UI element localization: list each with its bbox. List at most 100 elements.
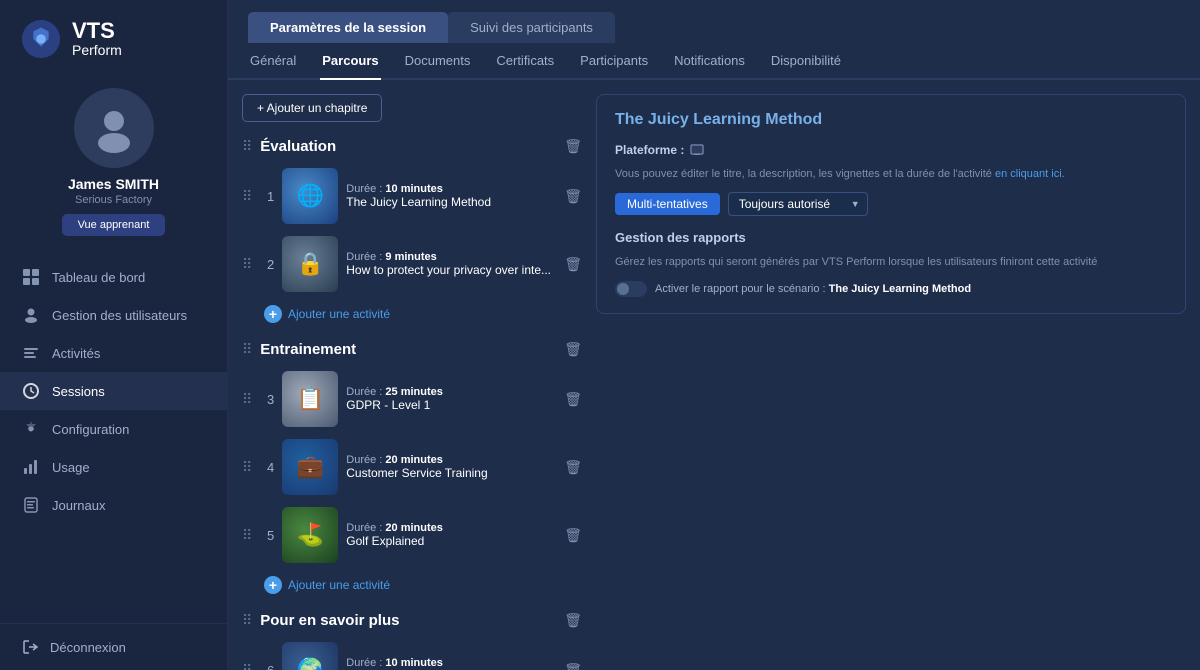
add-chapter-button[interactable]: + Ajouter un chapitre	[242, 94, 382, 122]
delete-activity-4[interactable]: 🗑	[564, 459, 582, 476]
activity-name-5[interactable]: Golf Explained	[346, 534, 556, 548]
chapter-header-pour-en-savoir-plus: ⠿ Pour en savoir plus 🗑	[242, 608, 582, 633]
delete-activity-2[interactable]: 🗑	[564, 256, 582, 273]
duration-val-6: 10 minutes	[385, 657, 442, 669]
add-activity-icon-2: +	[264, 576, 282, 594]
activity-3: ⠿ 3 📋 Durée : 25 minutes GDPR - Level 1 …	[242, 368, 582, 430]
activity-2: ⠿ 2 🔒 Durée : 9 minutes How to protect y…	[242, 233, 582, 295]
logs-icon	[22, 496, 40, 514]
drag-handle-1[interactable]: ⠿	[242, 188, 252, 205]
subnav-participants[interactable]: Participants	[578, 43, 650, 80]
sidebar-nav: Tableau de bord Gestion des utilisateurs…	[0, 248, 227, 623]
sidebar-item-dashboard[interactable]: Tableau de bord	[0, 258, 227, 296]
top-tabs: Paramètres de la session Suivi des parti…	[228, 0, 1200, 43]
learner-view-button[interactable]: Vue apprenant	[62, 214, 166, 236]
chapter-title-evaluation: Évaluation	[260, 138, 556, 155]
delete-chapter-entrainement[interactable]: 🗑	[564, 341, 582, 358]
right-panel: The Juicy Learning Method Plateforme : V…	[596, 94, 1186, 314]
drag-handle-3[interactable]: ⠿	[242, 391, 252, 408]
edit-hint-link[interactable]: en cliquant ici.	[995, 168, 1065, 180]
duration-val-1: 10 minutes	[385, 183, 442, 195]
platform-label: Plateforme :	[615, 143, 684, 157]
drag-handle-5[interactable]: ⠿	[242, 527, 252, 544]
add-activity-icon-1: +	[264, 305, 282, 323]
activity-number-3: 3	[260, 392, 274, 407]
sidebar-item-config[interactable]: Configuration	[0, 410, 227, 448]
edit-hint: Vous pouvez éditer le titre, la descript…	[615, 167, 1167, 182]
subnav-documents[interactable]: Documents	[403, 43, 473, 80]
duration-val-3: 25 minutes	[385, 386, 442, 398]
activity-info-4: Durée : 20 minutes Customer Service Trai…	[346, 454, 556, 480]
user-name: James SMITH	[68, 176, 159, 192]
toggle-label-scenario: The Juicy Learning Method	[829, 283, 971, 295]
activity-name-3[interactable]: GDPR - Level 1	[346, 398, 556, 412]
content-area: + Ajouter un chapitre ⠿ Évaluation 🗑 ⠿ 1…	[228, 80, 1200, 670]
add-activity-entrainement[interactable]: + Ajouter une activité	[242, 572, 582, 600]
drag-handle-evaluation[interactable]: ⠿	[242, 138, 252, 155]
drag-handle-entrainement[interactable]: ⠿	[242, 341, 252, 358]
subnav-disponibilite[interactable]: Disponibilité	[769, 43, 843, 80]
sidebar-item-sessions[interactable]: Sessions	[0, 372, 227, 410]
activity-name-4[interactable]: Customer Service Training	[346, 466, 556, 480]
duration-val-5: 20 minutes	[385, 522, 442, 534]
avatar	[74, 88, 154, 168]
activity-number-2: 2	[260, 257, 274, 272]
delete-activity-5[interactable]: 🗑	[564, 527, 582, 544]
activity-number-4: 4	[260, 460, 274, 475]
add-activity-evaluation[interactable]: + Ajouter une activité	[242, 301, 582, 329]
chapter-header-evaluation: ⠿ Évaluation 🗑	[242, 134, 582, 159]
delete-activity-6[interactable]: 🗑	[564, 662, 582, 670]
subnav-general[interactable]: Général	[248, 43, 298, 80]
activity-number-1: 1	[260, 189, 274, 204]
delete-chapter-evaluation[interactable]: 🗑	[564, 138, 582, 155]
sidebar-item-logs[interactable]: Journaux	[0, 486, 227, 524]
sidebar-item-logs-label: Journaux	[52, 498, 105, 513]
sidebar-item-usage[interactable]: Usage	[0, 448, 227, 486]
activity-duration-4: Durée : 20 minutes	[346, 454, 556, 466]
activity-name-1[interactable]: The Juicy Learning Method	[346, 195, 556, 209]
usage-icon	[22, 458, 40, 476]
tab-session-settings[interactable]: Paramètres de la session	[248, 12, 448, 43]
sidebar-item-users[interactable]: Gestion des utilisateurs	[0, 296, 227, 334]
logo-perform: Perform	[72, 43, 122, 58]
subnav-notifications[interactable]: Notifications	[672, 43, 747, 80]
avatar-section: James SMITH Serious Factory Vue apprenan…	[0, 78, 227, 248]
report-toggle[interactable]	[615, 281, 647, 297]
delete-chapter-pour-en-savoir-plus[interactable]: 🗑	[564, 612, 582, 629]
drag-handle-2[interactable]: ⠿	[242, 256, 252, 273]
activity-4: ⠿ 4 💼 Durée : 20 minutes Customer Servic…	[242, 436, 582, 498]
delete-activity-1[interactable]: 🗑	[564, 188, 582, 205]
logout-section[interactable]: Déconnexion	[0, 623, 227, 670]
activities-icon	[22, 344, 40, 362]
main-content: Paramètres de la session Suivi des parti…	[228, 0, 1200, 670]
drag-handle-6[interactable]: ⠿	[242, 662, 252, 670]
sidebar-item-config-label: Configuration	[52, 422, 129, 437]
activity-duration-1: Durée : 10 minutes	[346, 183, 556, 195]
report-section-title: Gestion des rapports	[615, 230, 1167, 245]
activity-name-2[interactable]: How to protect your privacy over inte...	[346, 263, 556, 277]
multi-attempts-select[interactable]: Toujours autorisé Limité Désactivé	[728, 192, 868, 216]
delete-activity-3[interactable]: 🗑	[564, 391, 582, 408]
subnav-parcours[interactable]: Parcours	[320, 43, 380, 80]
activity-info-2: Durée : 9 minutes How to protect your pr…	[346, 251, 556, 277]
logo: VTS Perform	[0, 0, 142, 78]
activity-thumb-4: 💼	[282, 439, 338, 495]
sidebar-item-activities-label: Activités	[52, 346, 100, 361]
chapter-pour-en-savoir-plus: ⠿ Pour en savoir plus 🗑 ⠿ 6 🌍 Durée : 10…	[242, 608, 582, 670]
drag-handle-4[interactable]: ⠿	[242, 459, 252, 476]
activity-thumb-2: 🔒	[282, 236, 338, 292]
activity-duration-6: Durée : 10 minutes	[346, 657, 556, 669]
tab-participant-tracking[interactable]: Suivi des participants	[448, 12, 615, 43]
sidebar: VTS Perform James SMITH Serious Factory …	[0, 0, 228, 670]
sidebar-item-activities[interactable]: Activités	[0, 334, 227, 372]
platform-row: Plateforme :	[615, 143, 1167, 157]
activity-info-3: Durée : 25 minutes GDPR - Level 1	[346, 386, 556, 412]
multi-attempts-badge: Multi-tentatives	[615, 193, 720, 215]
chapter-header-entrainement: ⠿ Entrainement 🗑	[242, 337, 582, 362]
logout-icon	[22, 638, 40, 656]
subnav-certificats[interactable]: Certificats	[494, 43, 556, 80]
activity-duration-5: Durée : 20 minutes	[346, 522, 556, 534]
drag-handle-pour-en-savoir-plus[interactable]: ⠿	[242, 612, 252, 629]
chapter-evaluation: ⠿ Évaluation 🗑 ⠿ 1 🌐 Durée : 10 minutes …	[242, 134, 582, 329]
sidebar-item-sessions-label: Sessions	[52, 384, 105, 399]
